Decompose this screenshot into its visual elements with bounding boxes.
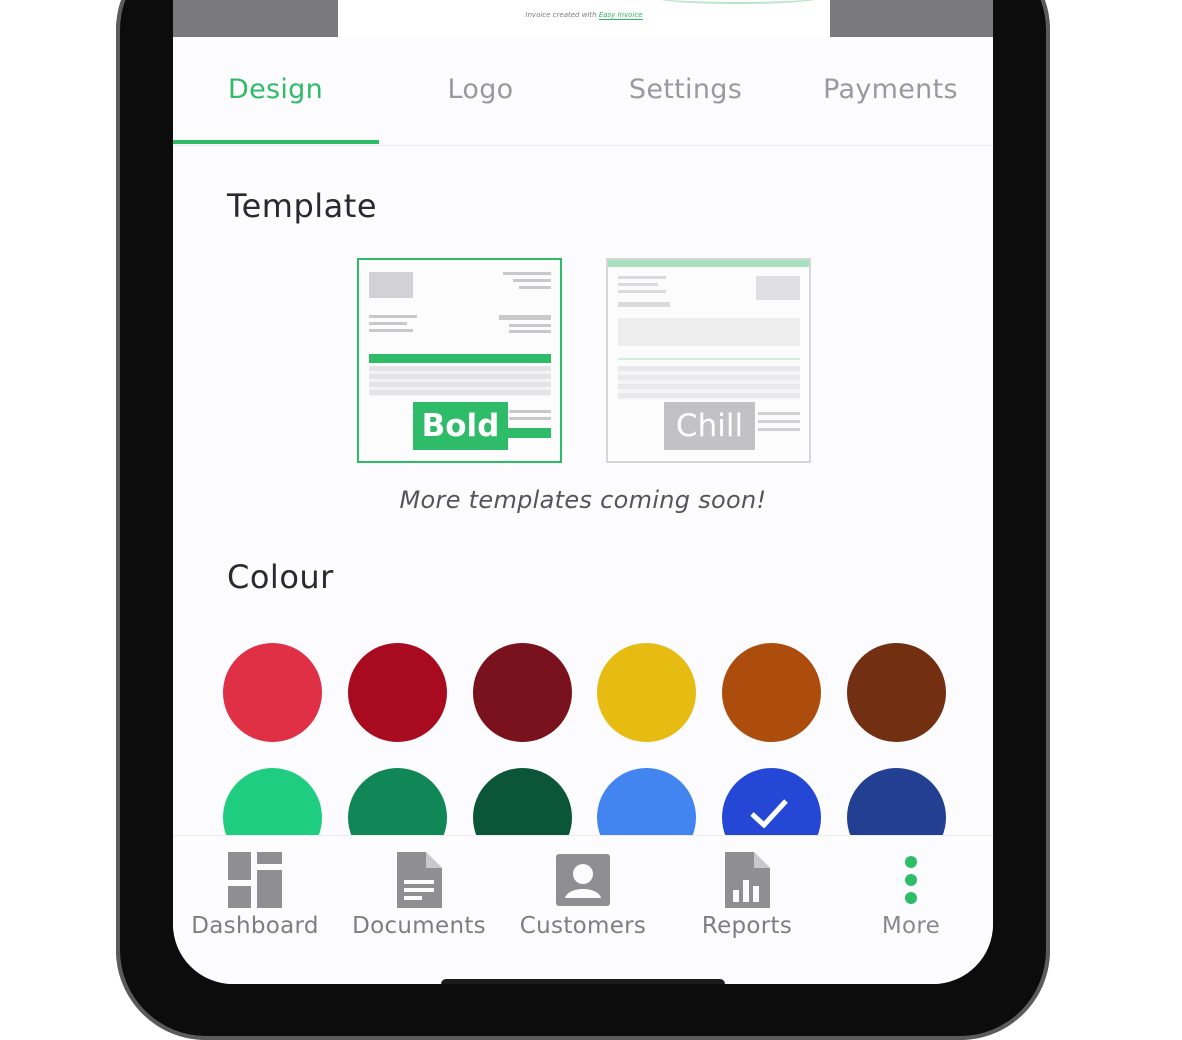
nav-dashboard-label: Dashboard [191, 913, 319, 939]
preview-footer-link: Easy Invoice [598, 11, 643, 20]
nav-reports-label: Reports [701, 913, 793, 939]
nav-more[interactable]: More [829, 836, 993, 946]
preview-footer: Invoice created with Easy Invoice [338, 11, 830, 20]
colour-swatch[interactable] [473, 643, 572, 742]
thumb-line [758, 412, 800, 415]
templates-coming-soon-note: More templates coming soon! [399, 486, 767, 514]
thumb-line [499, 315, 551, 320]
checkmark-icon [750, 799, 788, 828]
thumb-rows [369, 366, 551, 396]
thumb-line [369, 315, 417, 318]
nav-documents-label: Documents [352, 913, 486, 939]
preview-decoration [653, 0, 823, 4]
colour-swatch[interactable] [597, 643, 696, 742]
nav-more-label: More [881, 913, 941, 939]
preview-footer-text: Invoice created with [525, 11, 597, 19]
app-screen: Invoice created with Easy Invoice Design… [173, 0, 993, 984]
thumb-line [519, 286, 551, 289]
thumb-info-block [618, 318, 800, 346]
template-heading: Template [227, 187, 378, 225]
thumb-logo-block [369, 272, 413, 298]
document-icon [397, 852, 442, 908]
nav-customers[interactable]: Customers [501, 836, 665, 946]
nav-customers-label: Customers [519, 913, 647, 939]
dashboard-icon [228, 852, 282, 908]
thumb-line [509, 330, 551, 333]
thumb-line [758, 428, 800, 431]
thumb-line [509, 410, 551, 413]
nav-documents[interactable]: Documents [337, 836, 501, 946]
thumb-header-bar [369, 354, 551, 363]
home-indicator [441, 979, 725, 984]
colour-swatch[interactable] [348, 643, 447, 742]
nav-dashboard[interactable]: Dashboard [173, 836, 337, 946]
template-chill-label: Chill [664, 402, 755, 450]
more-dots-icon [905, 856, 917, 904]
colour-swatch[interactable] [223, 643, 322, 742]
thumb-line [513, 279, 551, 282]
thumb-line [509, 324, 551, 327]
thumb-logo-block [756, 276, 800, 300]
tab-payments[interactable]: Payments [788, 37, 993, 144]
customer-icon [556, 854, 610, 906]
nav-reports[interactable]: Reports [665, 836, 829, 946]
thumb-rows [618, 366, 800, 400]
reports-icon [725, 852, 770, 908]
thumb-line [618, 290, 666, 293]
thumb-line [369, 329, 413, 332]
template-bold-label: Bold [413, 402, 508, 450]
template-bold-card[interactable]: Bold [357, 258, 562, 463]
thumb-line [618, 283, 658, 286]
bottom-nav: Dashboard Documents Customers Reports Mo… [173, 835, 993, 984]
tab-logo[interactable]: Logo [378, 37, 583, 144]
colour-swatch[interactable] [722, 643, 821, 742]
thumb-line [618, 358, 800, 360]
colour-swatch[interactable] [847, 643, 946, 742]
template-chill-card[interactable]: Chill [606, 258, 811, 463]
thumb-line [758, 420, 800, 423]
thumb-line [503, 272, 551, 275]
active-tab-indicator [173, 140, 379, 144]
colour-heading: Colour [227, 558, 334, 596]
thumb-line [369, 322, 407, 325]
tab-settings[interactable]: Settings [583, 37, 788, 144]
invoice-preview[interactable]: Invoice created with Easy Invoice [338, 0, 830, 37]
thumb-header-bar [608, 260, 809, 267]
thumb-line [509, 417, 551, 420]
tab-bar: Design Logo Settings Payments [173, 37, 993, 146]
thumb-line [618, 276, 666, 279]
tab-design[interactable]: Design [173, 37, 378, 144]
thumb-line [618, 302, 670, 307]
